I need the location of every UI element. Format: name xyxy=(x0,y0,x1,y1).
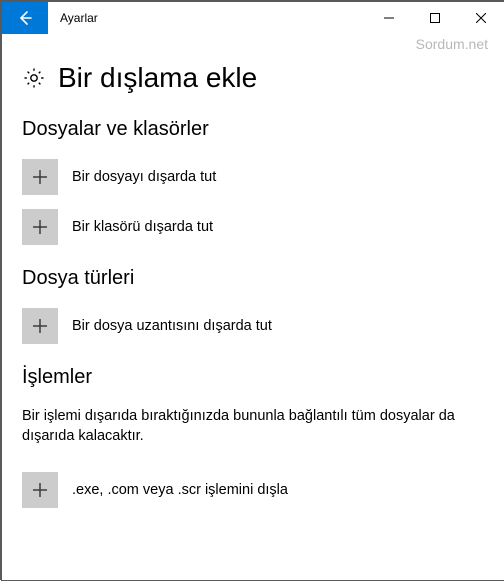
minimize-button[interactable] xyxy=(366,2,412,34)
plus-icon xyxy=(32,482,48,498)
section-files-folders: Dosyalar ve klasörler Bir dosyayı dışard… xyxy=(22,118,484,245)
minimize-icon xyxy=(384,13,394,23)
maximize-button[interactable] xyxy=(412,2,458,34)
titlebar: Ayarlar xyxy=(2,2,504,34)
add-extension-row[interactable]: Bir dosya uzantısını dışarda tut xyxy=(22,308,484,344)
plus-icon xyxy=(32,219,48,235)
plus-icon xyxy=(32,169,48,185)
window-title: Ayarlar xyxy=(48,2,366,34)
page-title: Bir dışlama ekle xyxy=(58,62,257,94)
processes-description: Bir işlemi dışarıda bıraktığınızda bunun… xyxy=(22,407,484,446)
watermark: Sordum.net xyxy=(416,36,488,52)
add-file-label: Bir dosyayı dışarda tut xyxy=(72,169,216,185)
gear-icon xyxy=(22,66,46,90)
section-processes: İşlemler Bir işlemi dışarıda bıraktığını… xyxy=(22,366,484,508)
add-file-row[interactable]: Bir dosyayı dışarda tut xyxy=(22,159,484,195)
window-controls xyxy=(366,2,504,34)
add-process-button[interactable] xyxy=(22,472,58,508)
add-extension-button[interactable] xyxy=(22,308,58,344)
close-button[interactable] xyxy=(458,2,504,34)
arrow-left-icon xyxy=(16,9,34,27)
add-file-button[interactable] xyxy=(22,159,58,195)
add-extension-label: Bir dosya uzantısını dışarda tut xyxy=(72,318,272,334)
maximize-icon xyxy=(430,13,440,23)
section-title-file-types: Dosya türleri xyxy=(22,267,484,290)
add-folder-label: Bir klasörü dışarda tut xyxy=(72,219,213,235)
close-icon xyxy=(476,13,486,23)
section-title-processes: İşlemler xyxy=(22,366,484,389)
content: Bir dışlama ekle Dosyalar ve klasörler B… xyxy=(2,62,504,508)
section-title-files-folders: Dosyalar ve klasörler xyxy=(22,118,484,141)
plus-icon xyxy=(32,318,48,334)
add-folder-row[interactable]: Bir klasörü dışarda tut xyxy=(22,209,484,245)
add-process-label: .exe, .com veya .scr işlemini dışla xyxy=(72,482,288,498)
add-process-row[interactable]: .exe, .com veya .scr işlemini dışla xyxy=(22,472,484,508)
add-folder-button[interactable] xyxy=(22,209,58,245)
section-file-types: Dosya türleri Bir dosya uzantısını dışar… xyxy=(22,267,484,344)
back-button[interactable] xyxy=(2,2,48,34)
page-heading: Bir dışlama ekle xyxy=(22,62,484,94)
